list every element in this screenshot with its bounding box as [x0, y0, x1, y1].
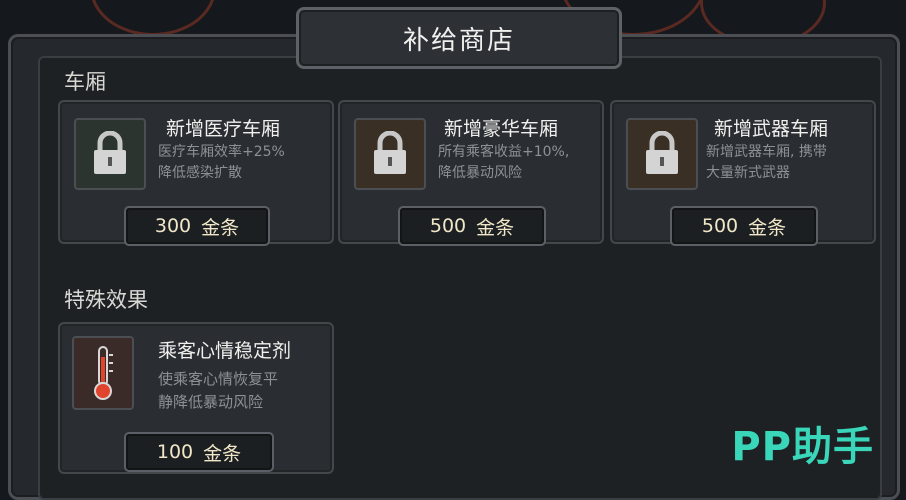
- item-name: 新增豪华车厢: [444, 118, 559, 140]
- section-title-carriages: 车厢: [64, 70, 106, 94]
- price-currency: 金条: [203, 442, 242, 465]
- item-desc-line1: 新增武器车厢, 携带: [706, 144, 827, 160]
- price-currency: 金条: [748, 216, 787, 239]
- item-desc-line2: 静降低暴动风险: [158, 393, 264, 411]
- item-desc-line1: 医疗车厢效率+25%: [158, 144, 285, 160]
- shop-item-luxury-carriage[interactable]: 新增豪华车厢 所有乘客收益+10%, 降低暴动风险 500 金条: [338, 100, 604, 246]
- watermark-logo: PP助手: [731, 424, 874, 470]
- buy-button[interactable]: 100 金条: [124, 432, 274, 472]
- item-name: 乘客心情稳定剂: [158, 340, 292, 362]
- padlock-icon: [94, 131, 126, 174]
- item-desc-line2: 大量新式武器: [706, 165, 790, 181]
- shop-item-weapon-carriage[interactable]: 新增武器车厢 新增武器车厢, 携带 大量新式武器 500 金条: [610, 100, 876, 246]
- buy-button[interactable]: 500 金条: [670, 206, 818, 246]
- price-value: 300: [154, 215, 192, 237]
- item-desc-line1: 所有乘客收益+10%,: [438, 144, 570, 160]
- padlock-icon: [374, 131, 406, 174]
- background-cable: [90, 0, 216, 36]
- item-icon-frame: [626, 118, 698, 190]
- item-icon-frame: [72, 336, 134, 410]
- item-desc-line2: 降低暴动风险: [438, 165, 522, 181]
- padlock-icon: [646, 131, 678, 174]
- price-currency: 金条: [476, 216, 515, 239]
- title-plate: 补给商店: [296, 7, 622, 69]
- buy-button[interactable]: 300 金条: [124, 206, 270, 246]
- thermometer-icon: [94, 346, 113, 400]
- shop-item-medical-carriage[interactable]: 新增医疗车厢 医疗车厢效率+25% 降低感染扩散 300 金条: [58, 100, 334, 246]
- price-value: 500: [701, 215, 739, 237]
- shop-item-mood-stabilizer[interactable]: 乘客心情稳定剂 使乘客心情恢复平 静降低暴动风险 100 金条: [58, 322, 334, 474]
- buy-button[interactable]: 500 金条: [398, 206, 546, 246]
- item-icon-frame: [74, 118, 146, 190]
- item-icon-frame: [354, 118, 426, 190]
- item-name: 新增医疗车厢: [166, 118, 281, 140]
- price-value: 100: [156, 441, 194, 463]
- page-title: 补给商店: [402, 25, 515, 56]
- section-title-effects: 特殊效果: [64, 288, 148, 312]
- price-value: 500: [429, 215, 467, 237]
- item-desc-line2: 降低感染扩散: [158, 165, 242, 181]
- price-currency: 金条: [201, 216, 240, 239]
- item-desc-line1: 使乘客心情恢复平: [158, 370, 279, 388]
- item-name: 新增武器车厢: [714, 118, 829, 140]
